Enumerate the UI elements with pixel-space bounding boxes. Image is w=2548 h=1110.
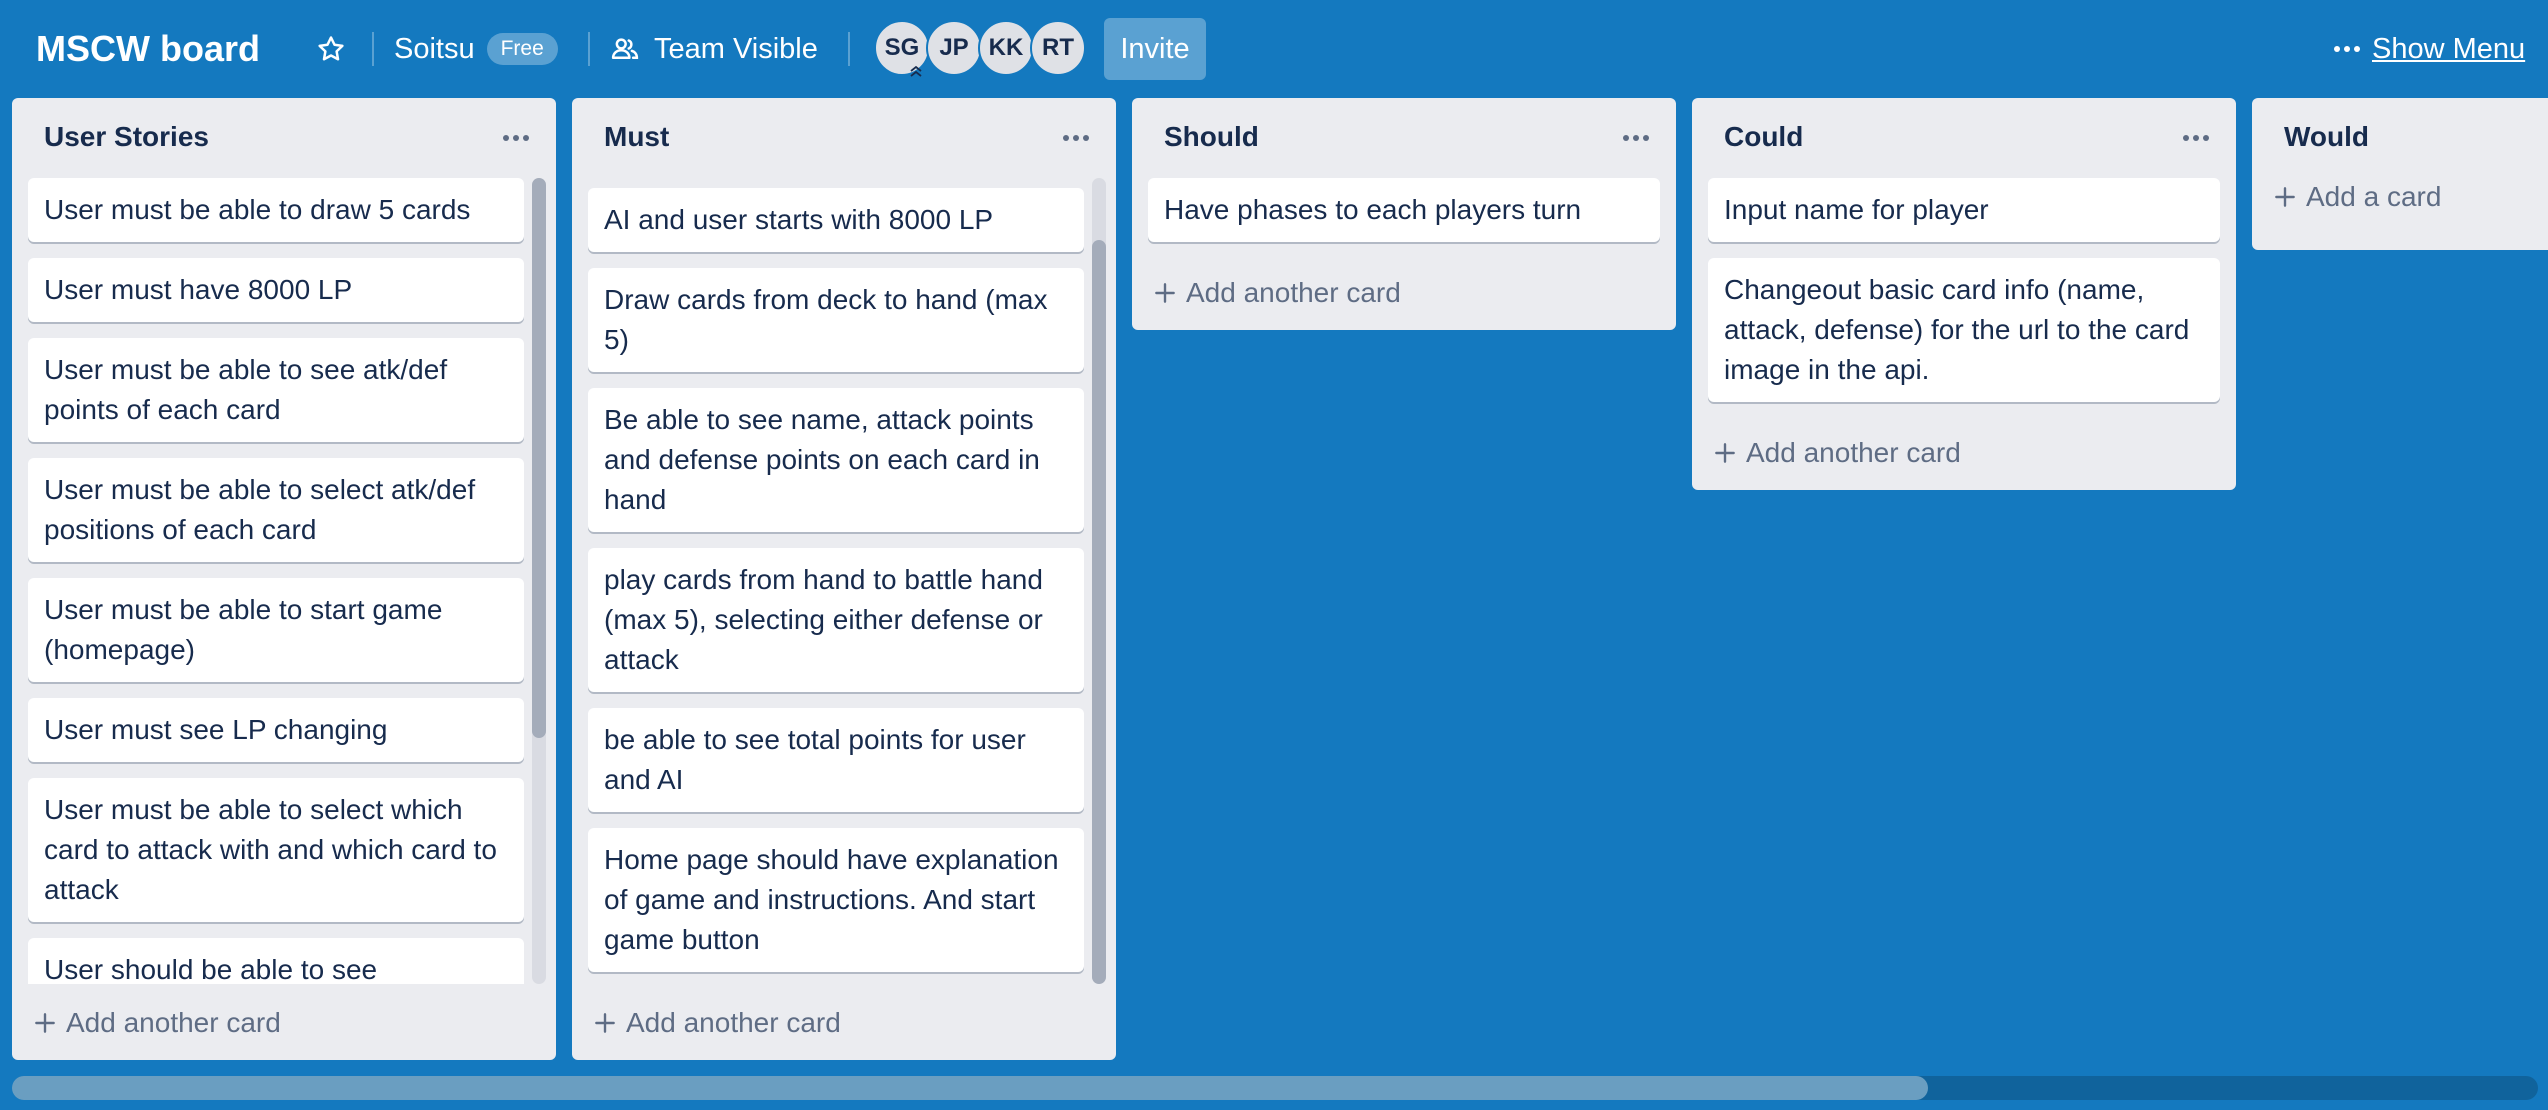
list-scroll-thumb[interactable] [532, 178, 546, 738]
avatar[interactable]: JP [926, 20, 982, 76]
avatar[interactable]: KK [978, 20, 1034, 76]
card-list: Input name for player Changeout basic ca… [1708, 178, 2220, 410]
card-list: AI and user starts with 8000 LP Draw car… [588, 178, 1084, 984]
list-header: Must [572, 98, 1116, 178]
star-board-button[interactable] [312, 30, 350, 68]
list-would: Would Add a card [2252, 98, 2548, 250]
add-card-label: Add another card [66, 1007, 281, 1038]
admin-chevron-icon [910, 65, 922, 77]
card[interactable]: User should be able to see [28, 938, 524, 984]
card[interactable]: User must be able to draw 5 cards [28, 178, 524, 242]
plus-icon [1155, 283, 1175, 303]
list-title[interactable]: User Stories [44, 120, 209, 154]
add-card-button[interactable]: Add another card [32, 998, 281, 1048]
header-divider [848, 32, 850, 66]
board-horizontal-scrollbar[interactable] [12, 1076, 2538, 1100]
card[interactable]: play cards from hand to battle hand (max… [588, 548, 1084, 692]
plan-badge: Free [486, 33, 558, 65]
add-card-label: Add another card [1746, 437, 1961, 468]
list-user-stories: User Stories User must be able to draw 5… [12, 98, 556, 1060]
list-must: Must AI and user starts with 8000 LP Dra… [572, 98, 1116, 1060]
list-could: Could Input name for player Changeout ba… [1692, 98, 2236, 490]
list-menu-icon[interactable] [1616, 124, 1656, 152]
card[interactable]: Be able to see name, attack points and d… [588, 388, 1084, 532]
list-menu-icon[interactable] [1056, 124, 1096, 152]
add-card-button[interactable]: Add another card [592, 998, 841, 1048]
list-title[interactable]: Should [1164, 120, 1259, 154]
board-scroll-thumb[interactable] [12, 1076, 1928, 1100]
workspace-name: Soitsu [394, 32, 475, 65]
card[interactable]: AI and user starts with 8000 LP [588, 188, 1084, 252]
card[interactable]: Home page should have explanation of gam… [588, 828, 1084, 972]
list-menu-icon[interactable] [2176, 124, 2216, 152]
list-header: User Stories [12, 98, 556, 178]
board: MSCW board Soitsu Free Team Visible SG J… [0, 0, 2548, 1110]
card[interactable]: User must be able to select which card t… [28, 778, 524, 922]
plus-icon [2275, 187, 2295, 207]
team-visibility-icon [611, 38, 639, 59]
list-title[interactable]: Must [604, 120, 669, 154]
add-card-label: Add a card [2306, 181, 2442, 212]
card-list: User must be able to draw 5 cards User m… [28, 178, 524, 984]
list-header: Could [1692, 98, 2236, 178]
list-header: Should [1132, 98, 1676, 178]
card[interactable]: Input name for player [1708, 178, 2220, 242]
list-should: Should Have phases to each players turn … [1132, 98, 1676, 330]
avatar[interactable]: SG [874, 20, 930, 77]
visibility-button[interactable]: Team Visible [610, 26, 818, 72]
invite-button[interactable]: Invite [1104, 18, 1206, 80]
ellipsis-icon [2334, 46, 2360, 52]
card[interactable]: User must be able to see atk/def points … [28, 338, 524, 442]
card[interactable]: User must be able to select atk/def posi… [28, 458, 524, 562]
list-title[interactable]: Would [2284, 120, 2369, 154]
card-list: Have phases to each players turn [1148, 178, 1660, 248]
header-divider [588, 32, 590, 66]
board-header: MSCW board Soitsu Free Team Visible SG J… [0, 0, 2548, 98]
add-card-button[interactable]: Add another card [1152, 268, 1401, 318]
card[interactable]: User must have 8000 LP [28, 258, 524, 322]
add-card-label: Add another card [626, 1007, 841, 1038]
card[interactable]: User must be able to start game (homepag… [28, 578, 524, 682]
board-title[interactable]: MSCW board [36, 26, 260, 72]
card[interactable]: User must see LP changing [28, 698, 524, 762]
list-scrollbar[interactable] [532, 178, 546, 984]
member-avatars: SG JP KK RT [874, 20, 1086, 78]
list-header: Would [2252, 98, 2548, 178]
list-menu-icon[interactable] [496, 124, 536, 152]
add-card-button[interactable]: Add a card [2272, 172, 2441, 222]
card[interactable]: Changeout basic card info (name, attack,… [1708, 258, 2220, 402]
visibility-label: Team Visible [654, 32, 818, 65]
plus-icon [35, 1013, 55, 1033]
list-scrollbar[interactable] [1092, 178, 1106, 984]
add-card-button[interactable]: Add another card [1712, 428, 1961, 478]
card[interactable]: be able to see total points for user and… [588, 708, 1084, 812]
list-title[interactable]: Could [1724, 120, 1803, 154]
star-icon [318, 36, 344, 61]
list-scroll-thumb[interactable] [1092, 240, 1106, 984]
avatar[interactable]: RT [1030, 20, 1086, 76]
more-menu-button[interactable] [2326, 30, 2368, 68]
card[interactable]: Draw cards from deck to hand (max 5) [588, 268, 1084, 372]
header-divider [372, 32, 374, 66]
plus-icon [1715, 443, 1735, 463]
add-card-label: Add another card [1186, 277, 1401, 308]
plus-icon [595, 1013, 615, 1033]
card[interactable]: Have phases to each players turn [1148, 178, 1660, 242]
show-menu-link[interactable]: Show Menu [2372, 26, 2525, 72]
workspace-button[interactable]: Soitsu Free [394, 26, 558, 72]
